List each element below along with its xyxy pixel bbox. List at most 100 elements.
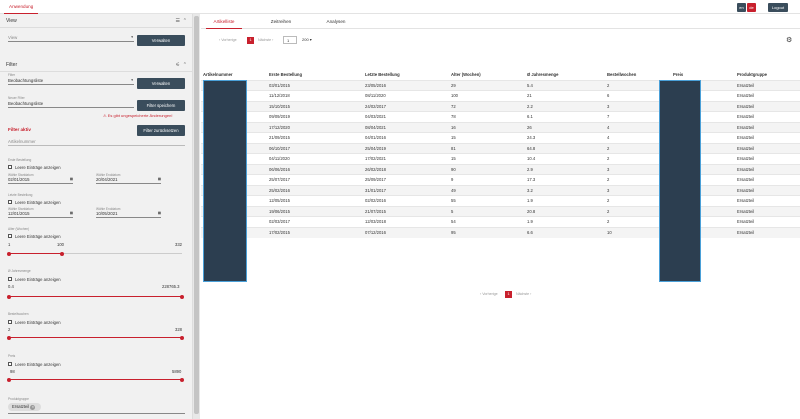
- filter-select[interactable]: Beobachtungsliste ▾: [8, 78, 134, 85]
- yearly-empty-checkbox[interactable]: [8, 277, 12, 281]
- view-section-header[interactable]: View ☰ ⌃: [0, 14, 192, 28]
- yearly-slider-min-knob[interactable]: [7, 294, 11, 299]
- price-slider-max-knob[interactable]: [180, 377, 184, 382]
- weeks-label: Bestellwochen: [8, 312, 29, 316]
- table-row[interactable]: 21/09/2015 04/01/2016 15 24.3 4 Ersatzteil: [201, 132, 800, 143]
- first-order-start-input[interactable]: 02/01/2015 ▦: [8, 177, 73, 184]
- main-content: Artikelliste Zeitreihen Analysen ‹ Vorhe…: [201, 14, 800, 419]
- yearly-slider-max-knob[interactable]: [180, 294, 184, 299]
- reset-filter-button[interactable]: Filter zurücksetzen: [137, 125, 185, 136]
- tab-artikelliste[interactable]: Artikelliste: [206, 14, 242, 29]
- table-row[interactable]: 15/10/2015 24/02/2017 72 2.2 3 Ersatzteil: [201, 100, 800, 112]
- table-row[interactable]: 19/06/2015 21/07/2015 5 20.8 2 Ersatzteil: [201, 205, 800, 217]
- age-empty-label: Leere Einträge anzeigen: [15, 234, 61, 239]
- new-filter-input[interactable]: Beobachtungsliste: [8, 101, 134, 108]
- table-cell: 6.1: [525, 111, 605, 122]
- lang-de-button[interactable]: de: [747, 3, 756, 12]
- column-header[interactable]: Artikelnummer: [201, 69, 267, 80]
- table-cell: 08/04/2021: [363, 121, 449, 133]
- table-cell: 07/12/2016: [363, 226, 449, 238]
- calendar-icon[interactable]: ▦: [70, 211, 73, 215]
- calendar-icon[interactable]: ▦: [70, 177, 73, 181]
- view-select[interactable]: View ▾: [8, 35, 134, 42]
- column-header[interactable]: Alter (Wochen): [449, 69, 525, 80]
- table-row[interactable]: 25/07/2017 25/09/2017 9 17.3 2 Ersatzteil: [201, 174, 800, 185]
- table-cell: 11/12/2018: [267, 90, 363, 101]
- save-filter-button[interactable]: Filter speichern: [137, 100, 185, 111]
- weeks-slider-max-knob[interactable]: [180, 335, 184, 340]
- filter-manage-button[interactable]: Verwalten: [137, 78, 185, 89]
- price-empty-checkbox[interactable]: [8, 362, 12, 366]
- table-cell: 25/02/2016: [267, 184, 363, 196]
- table-cell: Ersatzteil: [735, 121, 800, 133]
- logout-button[interactable]: Logout: [768, 3, 788, 12]
- table-row[interactable]: 25/02/2016 31/01/2017 49 3.2 3 Ersatzteil: [201, 184, 800, 196]
- table-row[interactable]: 11/12/2018 08/11/2020 100 21 6 Ersatzteil: [201, 90, 800, 101]
- sidebar-scrollbar-thumb[interactable]: [194, 16, 199, 414]
- price-max-value: 5890: [172, 369, 182, 374]
- first-order-empty-checkbox[interactable]: [8, 165, 12, 169]
- bottom-pager-prev[interactable]: ‹ Vorherige: [480, 292, 498, 296]
- last-order-start-input[interactable]: 12/01/2015 ▦: [8, 211, 73, 218]
- table-row[interactable]: 04/11/2020 17/02/2021 15 10.4 2 Ersatzteil: [201, 153, 800, 164]
- view-manage-button[interactable]: Verwalten: [137, 35, 185, 46]
- weeks-slider-min-knob[interactable]: [7, 335, 11, 340]
- age-empty-checkbox[interactable]: [8, 234, 12, 238]
- chevron-up-icon[interactable]: ⌃: [183, 62, 187, 68]
- column-header[interactable]: Ø Jahresmenge: [525, 69, 605, 80]
- article-number-input[interactable]: Artikelnummer: [8, 139, 185, 146]
- filter-label: Filter: [8, 73, 16, 77]
- table-cell: 17/02/2015: [267, 226, 363, 238]
- tab-analysen[interactable]: Analysen: [318, 14, 354, 29]
- table-row[interactable]: 09/09/2019 04/03/2021 78 6.1 7 Ersatzteil: [201, 111, 800, 122]
- list-icon[interactable]: ☰: [176, 18, 180, 24]
- last-order-end-input[interactable]: 10/05/2021 ▦: [96, 211, 161, 218]
- close-icon[interactable]: ×: [30, 405, 36, 410]
- column-header[interactable]: Letzte Bestellung: [363, 69, 449, 80]
- age-min-value: 1: [8, 242, 11, 247]
- pager-next[interactable]: Nächste ›: [258, 38, 273, 42]
- gear-icon[interactable]: ⚙: [786, 36, 792, 44]
- table-row[interactable]: 12/05/2015 02/02/2016 55 1.9 2 Ersatzteil: [201, 195, 800, 206]
- lang-en-button[interactable]: en: [737, 3, 746, 12]
- table-cell: 17/12/2020: [267, 121, 363, 133]
- price-label: Preis: [8, 354, 16, 358]
- column-header[interactable]: Erste Bestellung: [267, 69, 363, 80]
- table-row[interactable]: 17/12/2020 08/04/2021 16 26 4 Ersatzteil: [201, 121, 800, 133]
- table-row[interactable]: 17/02/2015 07/12/2016 95 6.6 10 Ersatzteil: [201, 226, 800, 238]
- last-order-empty-checkbox[interactable]: [8, 200, 12, 204]
- redacted-prices: [659, 80, 701, 282]
- table-row[interactable]: 06/06/2016 26/02/2018 90 2.9 3 Ersatzteil: [201, 163, 800, 175]
- age-slider-min-knob[interactable]: [7, 251, 11, 256]
- page-size-select[interactable]: 200 ▾: [302, 37, 312, 42]
- pager-prev[interactable]: ‹ Vorherige: [219, 38, 237, 42]
- weeks-empty-checkbox[interactable]: [8, 320, 12, 324]
- pager-current[interactable]: 1: [247, 37, 254, 44]
- filter-section-header[interactable]: Filter ⚟ ⌃: [0, 58, 192, 72]
- yearly-slider-track[interactable]: [8, 296, 182, 298]
- calendar-icon[interactable]: ▦: [158, 211, 161, 215]
- table-cell: 24.3: [525, 132, 605, 143]
- price-slider-track[interactable]: [8, 379, 182, 381]
- first-order-end-input[interactable]: 20/04/2021 ▦: [96, 177, 161, 184]
- table-cell: 2.2: [525, 100, 605, 112]
- weeks-slider-track[interactable]: [8, 337, 182, 339]
- tune-icon[interactable]: ⚟: [176, 62, 180, 68]
- group-chip[interactable]: Ersatzteil ×: [8, 403, 42, 411]
- calendar-icon[interactable]: ▦: [158, 177, 161, 181]
- page-goto-input[interactable]: 1: [283, 36, 297, 44]
- table-row[interactable]: 06/10/2017 25/04/2019 81 64.8 2 Ersatzteil: [201, 142, 800, 154]
- chevron-up-icon[interactable]: ⌃: [183, 18, 187, 24]
- bottom-pager-current[interactable]: 1: [505, 291, 512, 298]
- column-header[interactable]: Preis: [671, 69, 735, 80]
- column-header[interactable]: Produktgruppe: [735, 69, 800, 80]
- tab-zeitreihen[interactable]: Zeitreihen: [263, 14, 299, 29]
- table-row[interactable]: 02/03/2017 12/03/2018 54 1.9 2 Ersatzteil: [201, 216, 800, 227]
- bottom-pager-next[interactable]: Nächste ›: [516, 292, 531, 296]
- age-slider-max-knob[interactable]: [60, 251, 64, 256]
- table-cell: 10.4: [525, 153, 605, 164]
- column-header[interactable]: Bestellwochen: [605, 69, 671, 80]
- tab-anwendung[interactable]: Anwendung: [4, 2, 39, 14]
- price-slider-min-knob[interactable]: [7, 377, 11, 382]
- table-row[interactable]: 03/01/2015 23/05/2016 29 5.4 2 Ersatzteil: [201, 79, 800, 91]
